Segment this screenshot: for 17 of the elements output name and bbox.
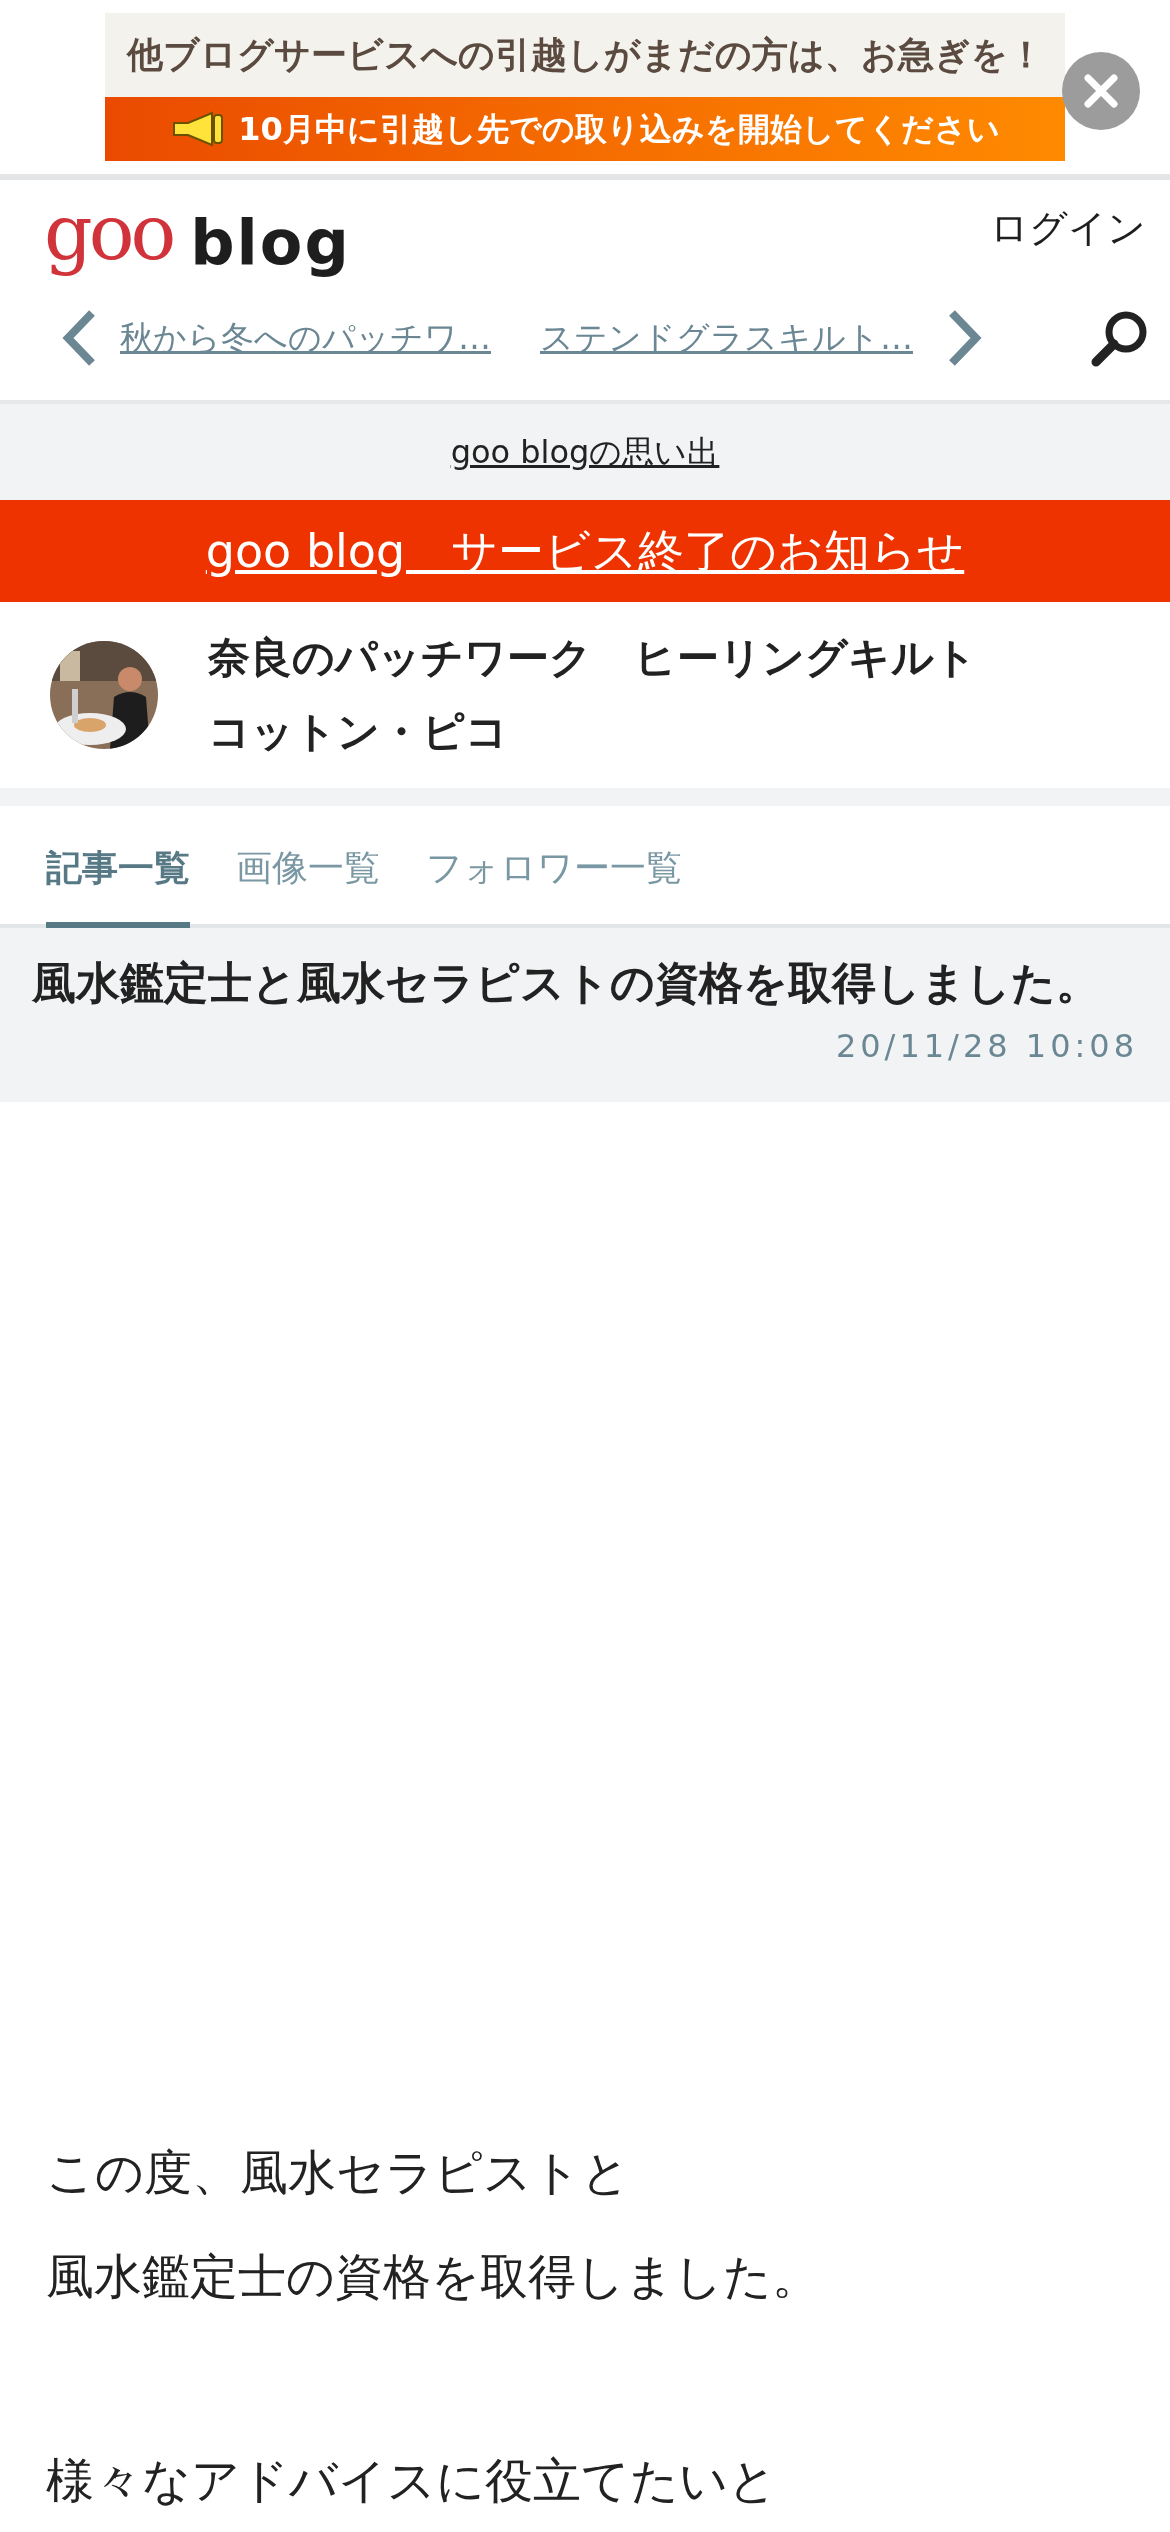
article-date: 20/11/28 10:08 xyxy=(835,1026,1138,1067)
article-text: 様々なアドバイスに役立てたいと xyxy=(46,2451,778,2510)
tab[interactable]: 画像一覧 xyxy=(236,806,380,928)
article-text: 風水鑑定士の資格を取得しました。 xyxy=(46,2247,821,2306)
article-text: この度、風水セラピストと xyxy=(46,2143,631,2202)
logo-text[interactable]: blog xyxy=(190,208,351,278)
previous-article-link[interactable]: 秋から冬へのパッチワ… xyxy=(120,313,500,363)
goo-logo[interactable]: goo xyxy=(44,188,173,278)
login-link[interactable]: ログイン xyxy=(990,199,1146,257)
blog-title[interactable]: 奈良のパッチワーク ヒーリングキルト コットン・ピコ xyxy=(208,621,998,769)
article-title: 風水鑑定士と風水セラピストの資格を取得しました。 xyxy=(32,956,1101,1010)
next-article-link[interactable]: ステンドグラスキルト… xyxy=(540,313,930,363)
ad-subline: 10月中に引越し先での取り込みを開始してください xyxy=(238,109,1000,150)
ad-headline: 他ブログサービスへの引越しがまだの方は、お急ぎを！ xyxy=(126,33,1044,77)
tab[interactable]: フォロワー一覧 xyxy=(426,806,682,928)
close-icon xyxy=(1083,73,1119,109)
memories-link[interactable]: goo blogの思い出 xyxy=(450,428,720,476)
